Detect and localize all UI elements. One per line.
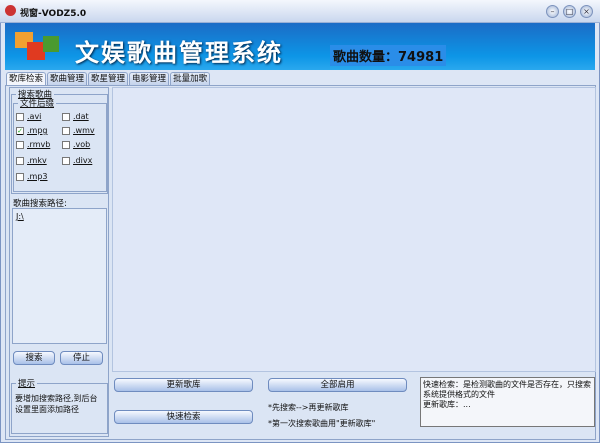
search-path-list[interactable]: J:\ bbox=[12, 208, 107, 344]
path-item[interactable]: J:\ bbox=[16, 212, 103, 221]
tips-text: 要增加搜索路径,到后台设置里面添加路径 bbox=[15, 394, 98, 414]
song-count-label: 歌曲数量： bbox=[333, 50, 399, 65]
song-count-value: 74981 bbox=[398, 50, 444, 65]
app-title: 文娱歌曲管理系统 bbox=[75, 39, 283, 67]
window-title: 视窗-VODZ5.0 bbox=[20, 9, 87, 19]
suffix-group-label: 文件后缀 bbox=[20, 99, 55, 109]
tips-label: 提示 bbox=[18, 379, 36, 389]
maximize-button[interactable]: □ bbox=[563, 5, 576, 18]
title-bar[interactable]: 视窗-VODZ5.0 – □ × bbox=[0, 0, 600, 23]
info-box: 快速检索：是检测歌曲的文件是否存在，只搜索系统提供格式的文件 更新歌库：... bbox=[420, 377, 595, 427]
ext-mpg-checkbox[interactable]: ✓ .mpg bbox=[16, 126, 48, 135]
tab-singer-management[interactable]: 歌星管理 bbox=[88, 72, 129, 85]
ext-mkv-checkbox[interactable]: .mkv bbox=[16, 156, 47, 165]
update-library-button[interactable]: 更新歌库 bbox=[114, 378, 253, 392]
tab-library-search[interactable]: 歌库检索 bbox=[6, 72, 47, 85]
enable-all-button[interactable]: 全部启用 bbox=[268, 378, 407, 392]
song-count: 歌曲数量：74981 bbox=[330, 45, 447, 66]
banner: 文娱歌曲管理系统 bbox=[5, 23, 595, 70]
ext-dat-checkbox[interactable]: .dat bbox=[62, 112, 89, 121]
stop-button[interactable]: 停止 bbox=[60, 351, 103, 365]
tips-group: 提示 要增加搜索路径,到后台设置里面添加路径 bbox=[11, 377, 108, 434]
note-first-search: *第一次搜索歌曲用"更新歌库" bbox=[268, 419, 376, 428]
quick-search-button[interactable]: 快速检索 bbox=[114, 410, 253, 424]
cubes-logo-icon bbox=[15, 32, 59, 60]
ext-mp3-checkbox[interactable]: .mp3 bbox=[16, 172, 48, 181]
tab-movie-management[interactable]: 电影管理 bbox=[129, 72, 170, 85]
close-button[interactable]: × bbox=[580, 5, 593, 18]
ext-divx-checkbox[interactable]: .divx bbox=[62, 156, 92, 165]
ext-rmvb-checkbox[interactable]: .rmvb bbox=[16, 140, 50, 149]
minimize-button[interactable]: – bbox=[546, 5, 559, 18]
search-button[interactable]: 搜索 bbox=[13, 351, 55, 365]
tab-bar: 歌库检索 歌曲管理 歌星管理 电影管理 批量加歌 bbox=[6, 72, 211, 85]
results-area bbox=[112, 87, 596, 372]
ext-wmv-checkbox[interactable]: .wmv bbox=[62, 126, 95, 135]
tab-batch-add[interactable]: 批量加歌 bbox=[170, 72, 211, 85]
tab-song-management[interactable]: 歌曲管理 bbox=[47, 72, 88, 85]
ext-avi-checkbox[interactable]: .avi bbox=[16, 112, 41, 121]
ext-vob-checkbox[interactable]: .vob bbox=[62, 140, 90, 149]
note-search-first: *先搜索-->再更新歌库 bbox=[268, 403, 349, 412]
app-icon bbox=[5, 5, 16, 16]
